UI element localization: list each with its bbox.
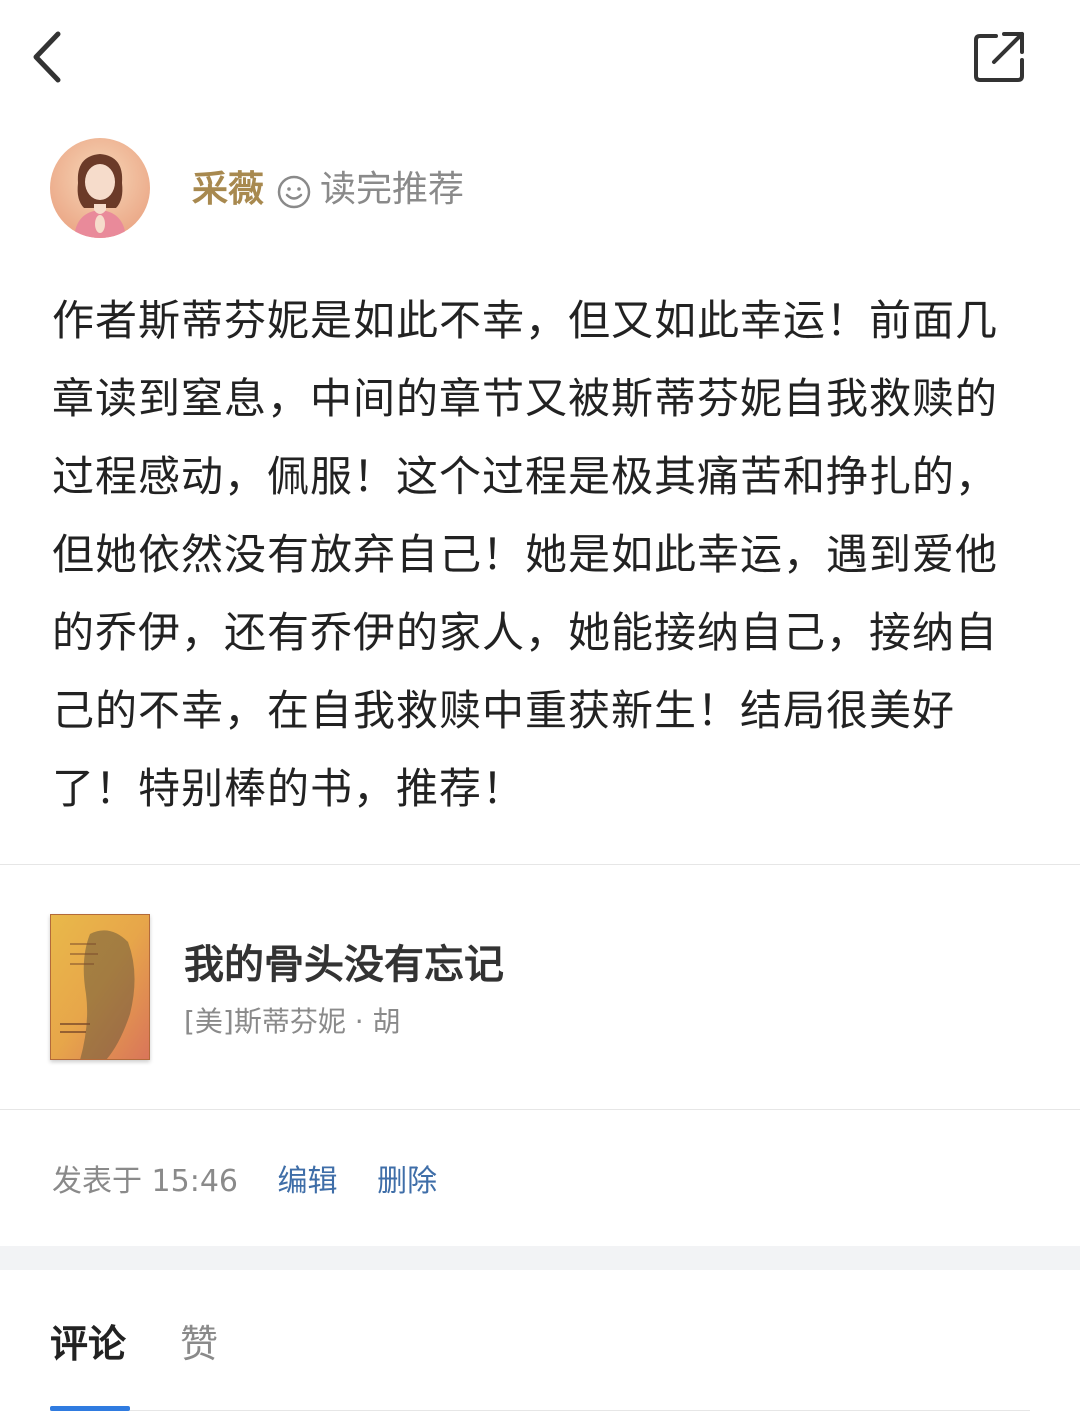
tab-bar-baseline [50,1410,1030,1411]
edit-link[interactable]: 编辑 [278,1164,338,1199]
reading-status-label: 读完推荐 [320,169,465,210]
post-time: 发表于 15:46 [52,1164,238,1199]
share-button[interactable] [966,26,1034,90]
review-author-row: 采薇 读完推荐 [50,138,1030,238]
active-tab-indicator [50,1406,130,1411]
tab-bar: 评论 赞 [50,1300,1030,1417]
book-cover [49,913,151,1061]
avatar-portrait-icon [50,138,150,238]
external-share-icon [974,32,1024,82]
top-bar [0,0,1080,110]
tab-likes[interactable]: 赞 [180,1320,218,1368]
tab-comments[interactable]: 评论 [50,1320,126,1368]
delete-link[interactable]: 删除 [377,1164,437,1199]
book-card[interactable]: 我的骨头没有忘记 [美]斯蒂芬妮 · 胡 [49,913,1030,1061]
avatar[interactable] [50,138,150,238]
post-meta-row: 发表于 15:46 编辑 删除 [52,1160,437,1204]
back-button[interactable] [22,22,82,92]
review-text: 作者斯蒂芬妮是如此不幸，但又如此幸运！前面几章读到窒息，中间的章节又被斯蒂芬妮自… [52,296,999,813]
author-name[interactable]: 采薇 [192,168,264,212]
book-author: [美]斯蒂芬妮 · 胡 [184,1005,401,1038]
divider [0,864,1080,865]
book-cover-image [49,913,151,1061]
section-separator [0,1246,1080,1270]
book-title[interactable]: 我的骨头没有忘记 [184,940,504,990]
smile-icon [277,175,311,209]
chevron-left-icon [33,31,61,83]
divider [0,1109,1080,1110]
